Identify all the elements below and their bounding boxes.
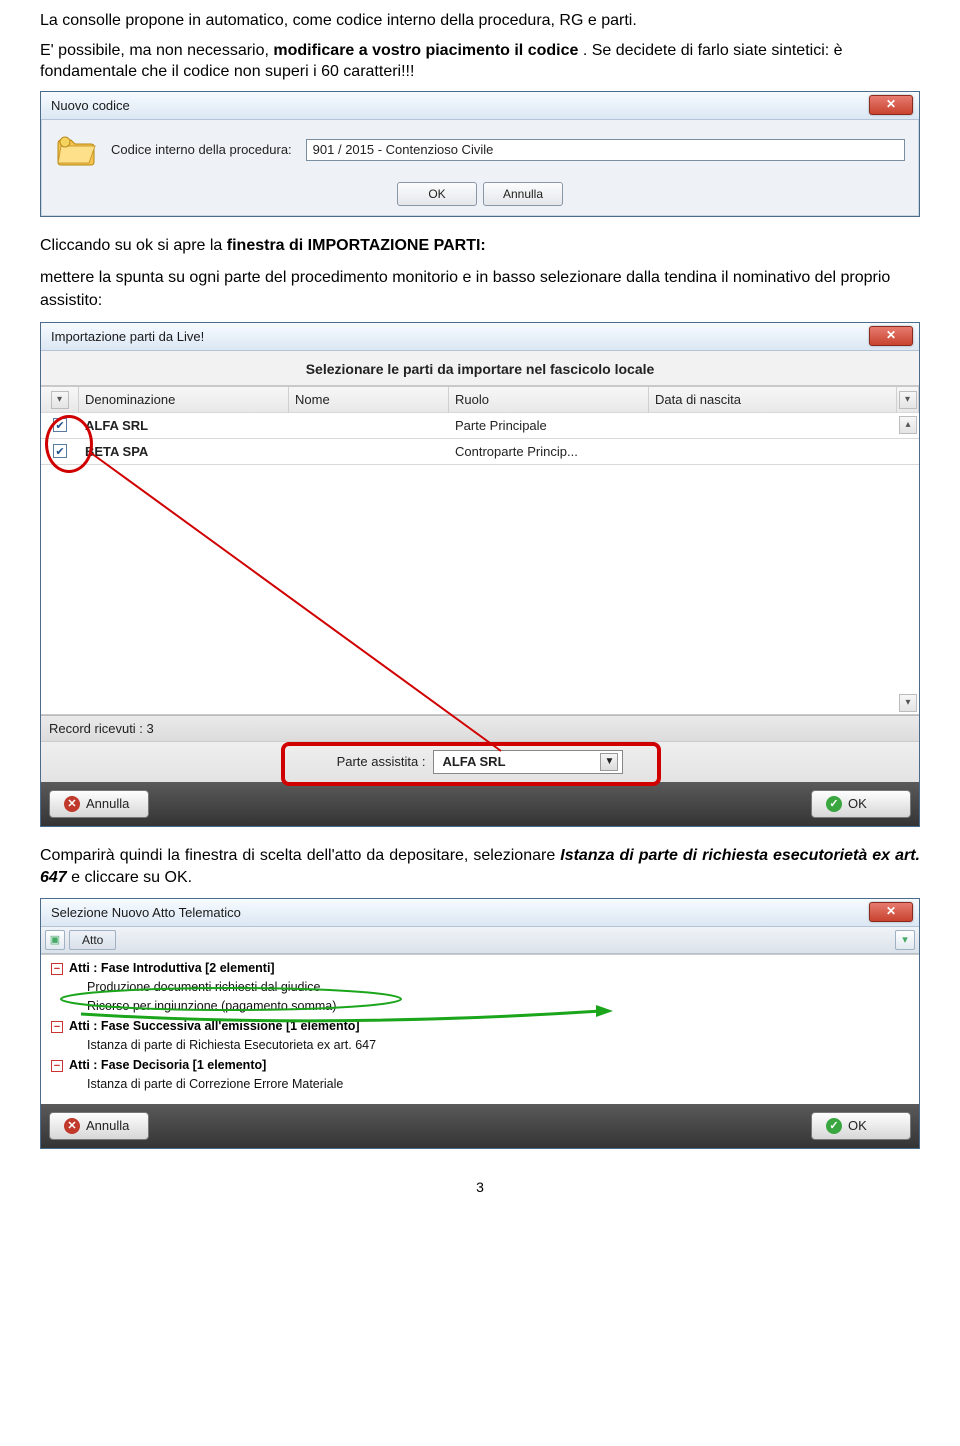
codice-input[interactable]: 901 / 2015 - Contenzioso Civile	[306, 139, 905, 161]
col-nome[interactable]: Nome	[289, 387, 449, 413]
close-icon[interactable]: ✕	[869, 95, 913, 115]
parte-assistita-value: ALFA SRL	[442, 754, 505, 769]
dialog2-titlebar: Importazione parti da Live! ✕	[41, 323, 919, 351]
tree-group-label: Atti : Fase Introduttiva [2 elementi]	[69, 961, 275, 975]
cell-denom: BETA SPA	[79, 444, 289, 459]
dialog-nuovo-codice: Nuovo codice ✕ Codice interno della proc…	[40, 91, 920, 217]
dialog-selezione-atto: Selezione Nuovo Atto Telematico ✕ ▣ Atto…	[40, 898, 920, 1149]
tree-item[interactable]: Istanza di parte di Correzione Errore Ma…	[87, 1075, 919, 1094]
mid-bold: finestra di IMPORTAZIONE PARTI:	[227, 237, 486, 254]
mid-a: Cliccando su ok si apre la	[40, 237, 227, 254]
checkbox[interactable]: ✔	[53, 418, 67, 432]
annulla-button[interactable]: ✕ Annulla	[49, 790, 149, 818]
ok-label: OK	[848, 796, 867, 811]
dialog3-buttonbar: ✕ Annulla ✓ OK	[41, 1104, 919, 1148]
tree-item-istanza-647[interactable]: Istanza di parte di Richiesta Esecutorie…	[87, 1036, 919, 1055]
check-icon: ✓	[826, 796, 842, 812]
table-head: ▾ Denominazione Nome Ruolo Data di nasci…	[41, 387, 919, 413]
tab-atto[interactable]: Atto	[69, 930, 116, 950]
annulla-button[interactable]: Annulla	[483, 182, 563, 206]
tree-group[interactable]: −Atti : Fase Successiva all'emissione [1…	[51, 1017, 919, 1036]
tree-group[interactable]: −Atti : Fase Introduttiva [2 elementi]	[51, 959, 919, 978]
annulla-label: Annulla	[86, 796, 129, 811]
ok-label: OK	[848, 1118, 867, 1133]
ok-button[interactable]: ✓ OK	[811, 790, 911, 818]
col-data-nascita[interactable]: Data di nascita	[649, 387, 897, 413]
close-icon: ✕	[64, 1118, 80, 1134]
parte-assistita-select[interactable]: ALFA SRL ▼	[433, 750, 623, 774]
parte-assistita-row: Parte assistita : ALFA SRL ▼	[41, 741, 919, 782]
after2-a: Comparirà quindi la finestra di scelta d…	[40, 847, 560, 864]
annulla-button[interactable]: ✕ Annulla	[49, 1112, 149, 1140]
intro-bold: modificare a vostro piacimento il codice	[273, 42, 578, 59]
dialog3-titlebar: Selezione Nuovo Atto Telematico ✕	[41, 899, 919, 927]
dialog3-title: Selezione Nuovo Atto Telematico	[51, 905, 241, 920]
intro-line1: La consolle propone in automatico, come …	[40, 10, 920, 32]
tree-group[interactable]: −Atti : Fase Decisoria [1 elemento]	[51, 1056, 919, 1075]
dialog2-buttonbar: ✕ Annulla ✓ OK	[41, 782, 919, 826]
menu-icon[interactable]: ▾	[899, 391, 917, 409]
folder-icon	[55, 132, 97, 168]
mid-line1: Cliccando su ok si apre la finestra di I…	[40, 235, 920, 257]
checkbox[interactable]: ✔	[53, 444, 67, 458]
annulla-label: Annulla	[86, 1118, 129, 1133]
dialog-import-parti: Importazione parti da Live! ✕ Selezionar…	[40, 322, 920, 827]
cell-ruolo: Parte Principale	[449, 418, 649, 433]
cell-denom: ALFA SRL	[79, 418, 289, 433]
page-number: 3	[40, 1179, 920, 1195]
cell-ruolo: Controparte Princip...	[449, 444, 649, 459]
dialog2-subtitle: Selezionare le parti da importare nel fa…	[41, 351, 919, 386]
scroll-up-icon[interactable]: ▴	[899, 416, 917, 434]
after2-c: e cliccare su OK.	[71, 869, 192, 886]
table-empty-area: ▾	[41, 465, 919, 715]
atto-tree: −Atti : Fase Introduttiva [2 elementi] P…	[41, 954, 919, 1104]
table-row[interactable]: ✔ BETA SPA Controparte Princip...	[41, 439, 919, 465]
scroll-down-icon[interactable]: ▾	[899, 694, 917, 712]
ok-button[interactable]: OK	[397, 182, 477, 206]
expand-icon[interactable]: ▣	[45, 930, 65, 950]
tree-item[interactable]: Ricorso per ingiunzione (pagamento somma…	[87, 997, 919, 1016]
codice-label: Codice interno della procedura:	[111, 142, 292, 157]
check-icon: ✓	[826, 1118, 842, 1134]
dialog3-toolbar: ▣ Atto ▾	[41, 927, 919, 954]
parte-assistita-label: Parte assistita :	[337, 754, 426, 769]
close-icon: ✕	[64, 796, 80, 812]
col-ruolo[interactable]: Ruolo	[449, 387, 649, 413]
close-icon[interactable]: ✕	[869, 902, 913, 922]
tree-group-label: Atti : Fase Decisoria [1 elemento]	[69, 1058, 266, 1072]
parti-table: ▾ Denominazione Nome Ruolo Data di nasci…	[41, 386, 919, 715]
dialog1-titlebar: Nuovo codice ✕	[41, 92, 919, 120]
intro-line2: E' possibile, ma non necessario, modific…	[40, 40, 920, 83]
records-count: Record ricevuti : 3	[41, 715, 919, 741]
after2-text: Comparirà quindi la finestra di scelta d…	[40, 845, 920, 890]
ok-button[interactable]: ✓ OK	[811, 1112, 911, 1140]
check-all-icon[interactable]: ▾	[51, 391, 69, 409]
intro-prefix: E' possibile, ma non necessario,	[40, 42, 273, 59]
tree-group-label: Atti : Fase Successiva all'emissione [1 …	[69, 1019, 360, 1033]
chevron-down-icon[interactable]: ▼	[600, 753, 618, 771]
col-denominazione[interactable]: Denominazione	[79, 387, 289, 413]
tree-item[interactable]: Produzione documenti richiesti dal giudi…	[87, 978, 919, 997]
menu-icon[interactable]: ▾	[895, 930, 915, 950]
dialog2-title: Importazione parti da Live!	[51, 329, 204, 344]
close-icon[interactable]: ✕	[869, 326, 913, 346]
mid-line2: mettere la spunta su ogni parte del proc…	[40, 267, 920, 312]
table-row[interactable]: ✔ ALFA SRL Parte Principale ▴	[41, 413, 919, 439]
dialog1-title: Nuovo codice	[51, 98, 130, 113]
